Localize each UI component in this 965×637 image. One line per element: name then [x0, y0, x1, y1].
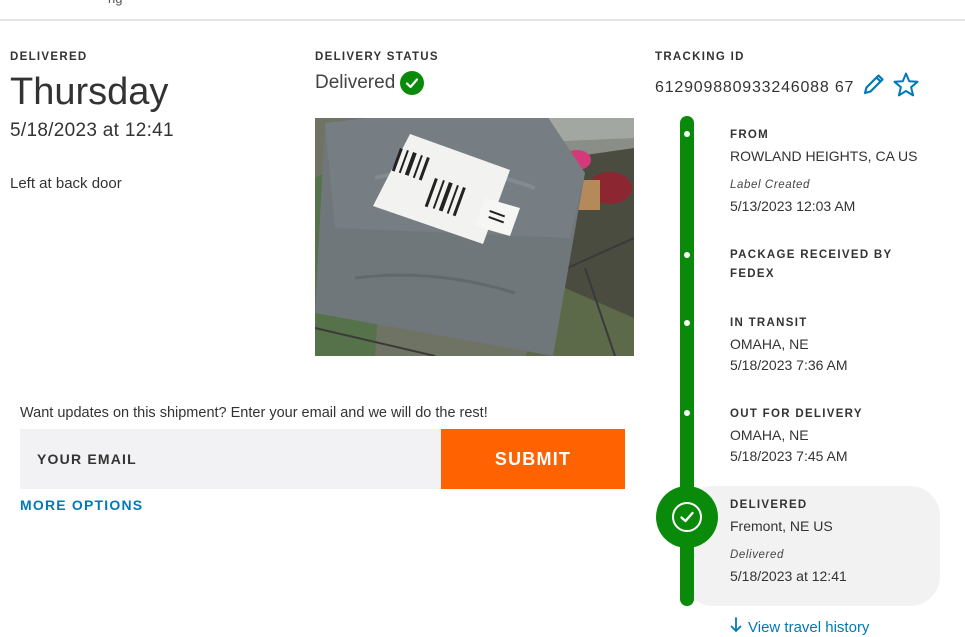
- delivered-label: DELIVERED: [10, 51, 88, 63]
- event-delivered-location: Fremont, NE US: [730, 518, 833, 534]
- event-received-title-line2: FEDEX: [730, 268, 775, 280]
- event-from-title: FROM: [730, 129, 770, 141]
- event-out-for-delivery-location: OMAHA, NE: [730, 427, 809, 443]
- email-field[interactable]: [35, 450, 419, 468]
- delivery-status-label: DELIVERY STATUS: [315, 51, 439, 63]
- event-from-datetime: 5/13/2023 12:03 AM: [730, 198, 856, 214]
- delivered-event-card: [683, 486, 940, 606]
- delivery-note: Left at back door: [10, 175, 122, 192]
- view-travel-history-link[interactable]: View travel history: [730, 617, 869, 637]
- view-travel-history-label: View travel history: [748, 618, 870, 636]
- more-options-link[interactable]: MORE OPTIONS: [20, 497, 143, 513]
- arrow-down-icon: [730, 617, 742, 637]
- timeline-dot-from: [684, 131, 690, 137]
- tracking-id-row: 612909880933246088 67: [655, 71, 920, 104]
- event-from-location: ROWLAND HEIGHTS, CA US: [730, 148, 918, 164]
- event-out-for-delivery-datetime: 5/18/2023 7:45 AM: [730, 448, 848, 464]
- delivery-status-text: Delivered: [315, 72, 396, 93]
- event-in-transit-title: IN TRANSIT: [730, 317, 808, 329]
- delivered-check-icon: [656, 486, 718, 548]
- event-delivered-title: DELIVERED: [730, 499, 808, 511]
- pencil-icon[interactable]: [860, 72, 886, 103]
- delivery-day: Thursday: [10, 71, 169, 113]
- delivery-datetime: 5/18/2023 at 12:41: [10, 120, 174, 141]
- check-icon: [400, 71, 425, 95]
- event-delivered-sub-label: Delivered: [730, 549, 784, 561]
- header-divider: [0, 19, 965, 21]
- tracking-id: 612909880933246088 67: [655, 78, 855, 96]
- header-cropped-text: ng: [108, 0, 122, 6]
- event-delivered-datetime: 5/18/2023 at 12:41: [730, 568, 847, 584]
- timeline-dot-out-for-delivery: [684, 410, 690, 416]
- tracking-id-label: TRACKING ID: [655, 51, 745, 63]
- event-in-transit-location: OMAHA, NE: [730, 336, 809, 352]
- timeline-dot-in-transit: [684, 320, 690, 326]
- delivery-status: Delivered: [315, 71, 425, 95]
- timeline-dot-received: [684, 252, 690, 258]
- submit-button[interactable]: SUBMIT: [441, 429, 625, 489]
- event-in-transit-datetime: 5/18/2023 7:36 AM: [730, 357, 848, 373]
- email-field-container[interactable]: [20, 429, 441, 489]
- event-out-for-delivery-title: OUT FOR DELIVERY: [730, 408, 863, 420]
- event-from-sub-label: Label Created: [730, 179, 811, 191]
- star-icon[interactable]: [892, 71, 920, 104]
- event-received-title-line1: PACKAGE RECEIVED BY: [730, 249, 893, 261]
- delivery-photo[interactable]: [315, 118, 634, 356]
- email-prompt: Want updates on this shipment? Enter you…: [20, 405, 488, 421]
